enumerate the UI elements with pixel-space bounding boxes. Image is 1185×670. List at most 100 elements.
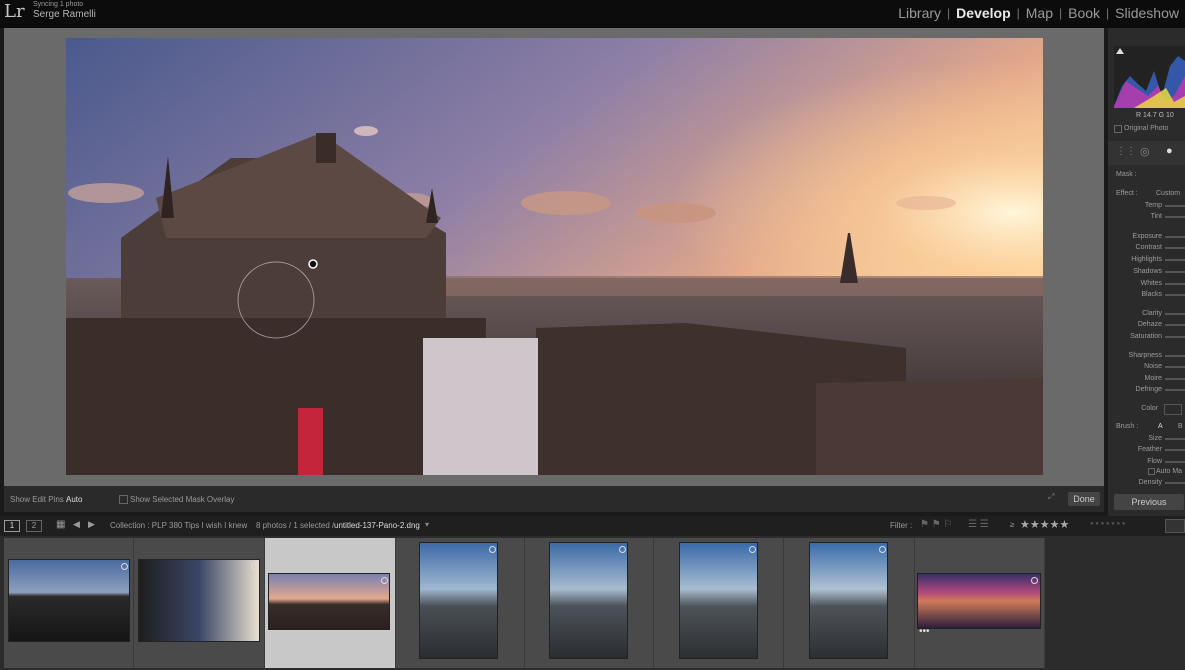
thumbnail-image [810, 543, 887, 658]
filmstrip-cell-selected[interactable] [265, 538, 396, 668]
grid-view-icon[interactable]: ▦ [56, 519, 65, 530]
brush-a-tab[interactable]: A [1158, 423, 1163, 430]
crop-icon[interactable]: ⋮⋮ [1116, 146, 1136, 157]
color-label-filter[interactable]: ● ● ● ● ● ● ● [1090, 521, 1125, 527]
mask-overlay-checkbox[interactable] [119, 495, 128, 504]
lightroom-logo[interactable]: Lr [4, 1, 25, 22]
right-panel: R 14.7 G 10 Original Photo ⋮⋮ ◎ ● Mask :… [1108, 28, 1185, 516]
brush-b-tab[interactable]: B [1178, 423, 1183, 430]
exposure-label: Exposure [1132, 233, 1162, 240]
saturation-slider[interactable] [1165, 336, 1185, 338]
thumbnail-badge-icon [879, 546, 886, 553]
show-edit-pins-select[interactable]: Auto [66, 495, 82, 504]
filmstrip-cell[interactable]: ••• [915, 538, 1045, 668]
tint-slider[interactable] [1165, 216, 1185, 218]
original-photo-label: Original Photo [1124, 125, 1169, 132]
thumbnail-image [550, 543, 627, 658]
tint-label: Tint [1150, 213, 1162, 220]
sharpness-label: Sharpness [1128, 352, 1162, 359]
flow-slider[interactable] [1165, 461, 1185, 463]
thumbnail-badge-icon [381, 577, 388, 584]
filename-dropdown-icon[interactable]: ▾ [425, 520, 429, 529]
sharpness-slider[interactable] [1165, 355, 1185, 357]
thumbnail-badge-icon [251, 563, 258, 570]
shadows-slider[interactable] [1165, 271, 1185, 273]
rating-operator[interactable]: ≥ [1010, 520, 1014, 529]
defringe-slider[interactable] [1165, 389, 1185, 391]
moire-label: Moire [1144, 375, 1162, 382]
thumbnail-image [420, 543, 497, 658]
filmstrip-cell[interactable] [654, 538, 784, 668]
thumbnail-badge-icon [489, 546, 496, 553]
star-rating-filter[interactable]: ★★★★★ [1020, 518, 1069, 531]
filmstrip-cell[interactable] [4, 538, 134, 668]
thumbnail-badge-icon [121, 563, 128, 570]
dehaze-slider[interactable] [1165, 324, 1185, 326]
highlights-slider[interactable] [1165, 259, 1185, 261]
module-book[interactable]: Book [1068, 5, 1100, 21]
temp-slider[interactable] [1165, 205, 1185, 207]
whites-label: Whites [1140, 280, 1162, 287]
more-options-icon[interactable]: ••• [919, 626, 930, 637]
module-library[interactable]: Library [898, 5, 941, 21]
filmstrip-cell[interactable] [134, 538, 265, 668]
develop-toolbar: Show Edit Pins : Auto Show Selected Mask… [4, 486, 1104, 512]
monitor-2-button[interactable]: 2 [26, 520, 42, 532]
temp-label: Temp [1144, 202, 1162, 209]
flag-filter-icon[interactable]: ⚑ ⚑ ⚐ [920, 519, 952, 530]
monitor-1-button[interactable]: 1 [4, 520, 20, 532]
flow-label: Flow [1147, 458, 1162, 465]
density-slider[interactable] [1165, 482, 1185, 484]
filmstrip-cell[interactable] [784, 538, 915, 668]
back-arrow-icon[interactable]: ◀ [73, 519, 80, 530]
exposure-slider[interactable] [1165, 236, 1185, 238]
effect-label: Effect : [1116, 190, 1138, 197]
expand-icon[interactable]: ⤢ [1048, 492, 1054, 502]
done-button[interactable]: Done [1068, 492, 1100, 506]
filter-label: Filter : [890, 521, 913, 530]
feather-label: Feather [1137, 446, 1162, 453]
size-slider[interactable] [1165, 438, 1185, 440]
noise-slider[interactable] [1165, 366, 1185, 368]
auto-mask-checkbox[interactable] [1148, 468, 1155, 475]
color-swatch[interactable] [1164, 404, 1182, 415]
module-picker: Library | Develop | Map | Book | Slidesh… [898, 5, 1179, 21]
brush-tool-icon[interactable]: ● [1166, 145, 1173, 157]
clarity-slider[interactable] [1165, 313, 1185, 315]
show-edit-pins-label: Show Edit Pins : [10, 495, 69, 504]
main-photo[interactable] [66, 38, 1043, 475]
moire-slider[interactable] [1165, 378, 1185, 380]
user-name[interactable]: Serge Ramelli [33, 9, 96, 20]
module-develop[interactable]: Develop [956, 5, 1010, 21]
top-bar: Lr Syncing 1 photo Serge Ramelli Library… [0, 0, 1185, 28]
filter-toggle-button[interactable] [1165, 519, 1185, 533]
filename-label[interactable]: untitled-137-Pano-2.dng [334, 521, 420, 530]
whites-slider[interactable] [1165, 283, 1185, 285]
filmstrip-cell[interactable] [396, 538, 525, 668]
dehaze-label: Dehaze [1137, 321, 1162, 328]
forward-arrow-icon[interactable]: ▶ [88, 519, 95, 530]
previous-button[interactable]: Previous [1114, 494, 1184, 510]
thumbnail-image [139, 560, 259, 641]
noise-label: Noise [1144, 363, 1162, 370]
paris-opera-photo [66, 38, 1043, 475]
thumbnail-badge-icon [1031, 577, 1038, 584]
histogram[interactable] [1114, 46, 1185, 108]
contrast-slider[interactable] [1165, 247, 1185, 249]
collection-label[interactable]: Collection : PLP 380 Tips I wish I knew [110, 521, 247, 530]
original-photo-checkbox[interactable] [1114, 125, 1122, 133]
clarity-label: Clarity [1142, 310, 1162, 317]
module-slideshow[interactable]: Slideshow [1115, 5, 1179, 21]
blacks-slider[interactable] [1165, 294, 1185, 296]
thumbnail-badge-icon [749, 546, 756, 553]
module-map[interactable]: Map [1026, 5, 1053, 21]
effect-preset-select[interactable]: Custom [1156, 190, 1180, 197]
thumbnail-image [269, 574, 389, 629]
shadows-label: Shadows [1133, 268, 1162, 275]
density-label: Density [1138, 479, 1162, 486]
sort-filter-icon[interactable]: ☰ ☰ [968, 519, 989, 530]
feather-slider[interactable] [1165, 449, 1185, 451]
sync-status[interactable]: Syncing 1 photo [33, 1, 83, 8]
spot-removal-icon[interactable]: ◎ [1140, 145, 1150, 158]
filmstrip-cell[interactable] [525, 538, 654, 668]
